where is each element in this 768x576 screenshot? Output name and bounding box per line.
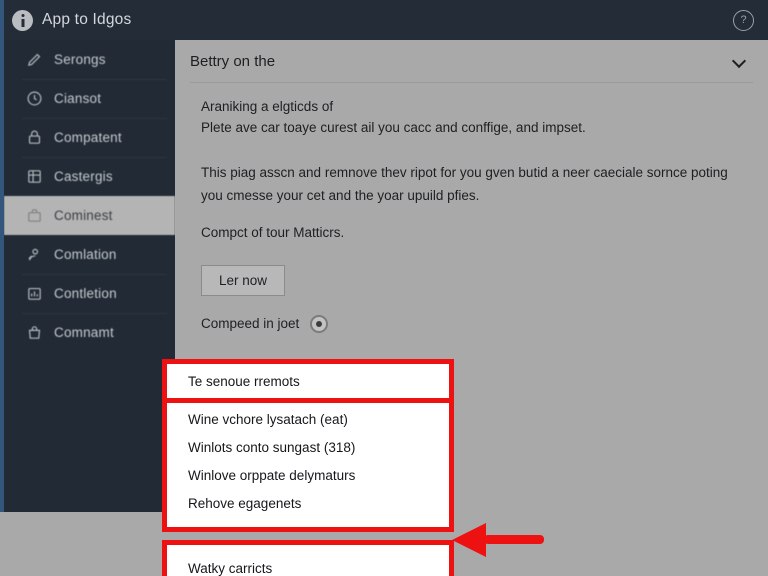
- bag-icon: [28, 326, 41, 339]
- grid-icon: [28, 170, 41, 183]
- sidebar-item-cominest[interactable]: Cominest: [4, 196, 175, 235]
- list-item[interactable]: Wine vchore lysatach (eat): [167, 405, 449, 433]
- sidebar-item-label: Compatent: [54, 130, 122, 145]
- sidebar-item-label: Contletion: [54, 286, 117, 301]
- highlight-box-footer[interactable]: Watky carricts: [162, 540, 454, 576]
- chevron-down-icon[interactable]: [733, 55, 746, 68]
- highlight-box-header[interactable]: Te senoue rremots: [162, 359, 454, 403]
- page-title: Bettry on the: [190, 52, 276, 70]
- briefcase-icon: [28, 209, 41, 222]
- radio-toggle[interactable]: [310, 314, 329, 333]
- lock-icon: [28, 130, 41, 144]
- sidebar-item-label: Serongs: [54, 52, 106, 67]
- highlighted-list-overlay: Te senoue rremots Wine vchore lysatach (…: [162, 359, 454, 576]
- help-circle-icon[interactable]: ?: [733, 9, 754, 31]
- list-item[interactable]: Watky carricts: [167, 545, 449, 576]
- sidebar-item-serongs[interactable]: Serongs: [4, 40, 175, 79]
- title-bar-right-group: ?: [733, 9, 768, 31]
- left-arrow-icon: [452, 523, 544, 557]
- list-item[interactable]: Winlots conto sungast (318): [167, 433, 449, 461]
- sidebar-nav: Serongs Ciansot Compatent Castergis Comi: [4, 40, 175, 512]
- sidebar-item-castergis[interactable]: Castergis: [4, 157, 175, 196]
- clock-icon: [27, 91, 42, 106]
- info-circle-icon: [12, 9, 33, 31]
- panel-body: Araniking a elgticds of Plete ave car to…: [175, 83, 768, 333]
- body-paragraph-1: This piag asscn and remnove thev ripot f…: [201, 164, 728, 204]
- sidebar-item-contletion[interactable]: Contletion: [4, 274, 175, 313]
- sidebar-item-label: Ciansot: [54, 91, 102, 106]
- sidebar-item-label: Castergis: [54, 169, 113, 184]
- window-left-accent-edge: [0, 0, 4, 512]
- panel-header[interactable]: Bettry on the: [175, 40, 768, 82]
- sidebar-item-label: Comlation: [54, 247, 117, 262]
- sidebar-item-comlation[interactable]: Comlation: [4, 235, 175, 274]
- list-item[interactable]: Winlove orppate delymaturs: [167, 461, 449, 489]
- sidebar-item-ciansot[interactable]: Ciansot: [4, 79, 175, 118]
- title-bar: App to Idgos ?: [0, 0, 768, 40]
- highlight-box-list: Wine vchore lysatach (eat) Winlots conto…: [162, 403, 454, 532]
- pencil-icon: [28, 53, 41, 66]
- sidebar-item-label: Cominest: [54, 208, 113, 223]
- learn-now-button[interactable]: Ler now: [201, 264, 286, 296]
- title-bar-left-group: App to Idgos: [0, 9, 132, 31]
- sidebar-item-comnamt[interactable]: Comnamt: [4, 313, 175, 352]
- list-item[interactable]: Rehove egagenets: [167, 489, 449, 517]
- list-item[interactable]: Te senoue rremots: [167, 364, 449, 398]
- sidebar-item-label: Comnamt: [54, 325, 114, 340]
- person-key-icon: [28, 248, 39, 261]
- app-window: App to Idgos ? Serongs Ciansot Compatent: [0, 0, 768, 576]
- lead-subtext: Plete ave car toaye curest ail you cacc …: [201, 119, 586, 135]
- app-title: App to Idgos: [42, 11, 132, 28]
- toggle-row[interactable]: Compeed in joet: [201, 314, 748, 333]
- toggle-label: Compeed in joet: [201, 316, 300, 331]
- body-paragraph-2: Compct of tour Matticrs.: [201, 225, 345, 241]
- chart-icon: [28, 287, 41, 300]
- sidebar-item-compatent[interactable]: Compatent: [4, 118, 175, 157]
- lead-heading: Araniking a elgticds of: [201, 99, 334, 114]
